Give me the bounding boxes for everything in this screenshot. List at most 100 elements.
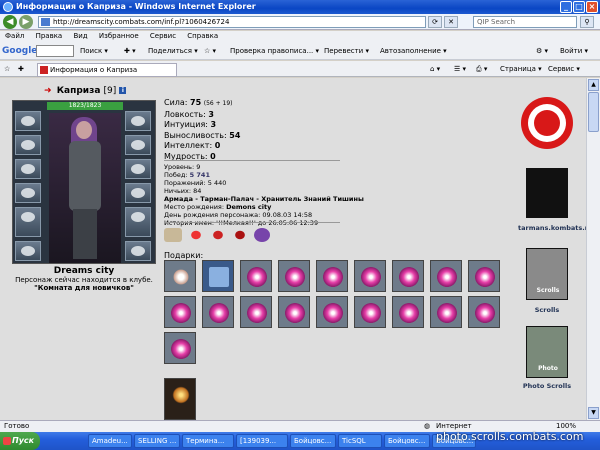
taskbar-item[interactable]: TicSQL — [338, 434, 382, 448]
vertical-scrollbar[interactable]: ▲ ▼ — [586, 78, 600, 420]
address-input[interactable]: http://dreamscity.combats.com/inf.pl?106… — [38, 16, 426, 28]
ie-logo-icon — [3, 2, 13, 12]
gift-flower[interactable] — [278, 296, 310, 328]
slot-armor[interactable] — [15, 207, 41, 237]
slot-shield[interactable] — [125, 183, 151, 203]
slot-ring-1[interactable] — [125, 135, 151, 155]
taskbar-item[interactable]: Бойцовс... — [290, 434, 336, 448]
page-menu[interactable]: Страница ▾ — [500, 61, 542, 77]
gift-flower[interactable] — [430, 260, 462, 292]
gift-flower[interactable] — [202, 296, 234, 328]
print-icon[interactable]: ⎙ ▾ — [476, 61, 487, 77]
gift-flower[interactable] — [468, 260, 500, 292]
tab-info[interactable]: Информация о Каприза — [37, 63, 177, 77]
slot-helmet[interactable] — [15, 111, 41, 131]
refresh-button[interactable]: ⟳ — [428, 16, 442, 28]
skull-banner-icon — [526, 168, 568, 218]
character-name[interactable]: Каприза — [57, 86, 101, 96]
login-button[interactable]: Войти ▾ — [560, 42, 588, 60]
favorites-star-icon[interactable]: ☆ — [4, 61, 10, 77]
slot-earring[interactable] — [125, 111, 151, 131]
start-button[interactable]: Пуск — [0, 432, 40, 450]
page-favicon-icon — [40, 66, 48, 74]
slot-weapon[interactable] — [15, 159, 41, 179]
gift-book[interactable] — [202, 260, 234, 292]
gift-flower[interactable] — [316, 260, 348, 292]
tarmans-link[interactable]: tarmans.kombats.ru — [518, 168, 586, 238]
puzzle-icon[interactable]: ✚ ▾ — [124, 42, 136, 60]
minimize-button[interactable]: _ — [560, 1, 572, 13]
slot-necklace[interactable] — [15, 135, 41, 155]
forward-button[interactable]: ▶ — [19, 15, 33, 29]
search-input[interactable]: QIP Search — [473, 16, 577, 28]
gift-flower[interactable] — [392, 260, 424, 292]
feeds-icon[interactable]: ☰ ▾ — [454, 61, 466, 77]
home-icon[interactable]: ⌂ ▾ — [430, 61, 440, 77]
info-icon[interactable]: i — [119, 87, 127, 94]
wrench-icon[interactable]: ⚙ ▾ — [536, 42, 548, 60]
gift-flower[interactable] — [278, 260, 310, 292]
slot-boots[interactable] — [125, 241, 151, 261]
gift-flower[interactable] — [240, 260, 272, 292]
close-button[interactable]: × — [586, 1, 598, 13]
gift-flower[interactable] — [164, 332, 196, 364]
window-title: Информация о Каприза - Windows Internet … — [16, 2, 256, 11]
menu-favorites[interactable]: Избранное — [99, 32, 139, 40]
gift-cake[interactable] — [164, 260, 196, 292]
tarmans-label: tarmans.kombats.ru — [518, 224, 586, 232]
info-history: История имен: '!!Мелкая!!' до 26.05.06 1… — [164, 219, 319, 227]
taskbar-item[interactable]: Термина... — [182, 434, 234, 448]
menu-help[interactable]: Справка — [187, 32, 218, 40]
taskbar-item[interactable]: Amadeu... — [88, 434, 132, 448]
effect-icon-4[interactable] — [254, 228, 270, 242]
taskbar-item[interactable]: [139039... — [236, 434, 288, 448]
gift-flower[interactable] — [392, 296, 424, 328]
scroll-up-button[interactable]: ▲ — [588, 79, 599, 91]
google-search-input[interactable] — [36, 45, 74, 57]
gift-flower[interactable] — [164, 296, 196, 328]
share-button[interactable]: Поделиться ▾ — [148, 42, 198, 60]
slot-legs[interactable] — [125, 207, 151, 237]
gift-flower[interactable] — [430, 296, 462, 328]
taskbar-item[interactable]: Бойцовс... — [384, 434, 430, 448]
stat-label: Интеллект: — [164, 141, 213, 150]
tools-menu[interactable]: Сервис ▾ — [548, 61, 580, 77]
slot-ring-2[interactable] — [125, 159, 151, 179]
scroll-down-button[interactable]: ▼ — [588, 407, 599, 419]
slot-gloves[interactable] — [15, 183, 41, 203]
search-go-button[interactable]: ⚲ — [580, 16, 594, 28]
effect-icon-2[interactable] — [210, 228, 226, 242]
maximize-button[interactable]: □ — [573, 1, 585, 13]
gift-flower[interactable] — [354, 260, 386, 292]
clan-emblem[interactable] — [518, 94, 576, 154]
gift-flower[interactable] — [240, 296, 272, 328]
gift-flower[interactable] — [468, 296, 500, 328]
photo-scrolls-link[interactable]: Photo Photo Scrolls — [518, 326, 576, 396]
slot-belt[interactable] — [15, 241, 41, 261]
translate-button[interactable]: Перевести ▾ — [324, 42, 369, 60]
gift-lamp[interactable] — [164, 378, 196, 420]
menu-view[interactable]: Вид — [73, 32, 87, 40]
gift-flower[interactable] — [354, 296, 386, 328]
spellcheck-button[interactable]: Проверка правописа... ▾ — [230, 42, 319, 60]
stat-value: 0 — [214, 141, 221, 150]
menu-file[interactable]: Файл — [5, 32, 24, 40]
scrolls-banner-text: Scrolls — [536, 287, 560, 294]
scroll-thumb[interactable] — [588, 92, 599, 132]
stop-button[interactable]: ✕ — [444, 16, 458, 28]
menu-edit[interactable]: Правка — [36, 32, 63, 40]
stat-row: Интеллект: 0 — [164, 141, 240, 152]
google-search-button[interactable]: Поиск ▾ — [80, 42, 108, 60]
autofill-button[interactable]: Автозаполнение ▾ — [380, 42, 447, 60]
bookmark-icon[interactable]: ☆ ▾ — [204, 42, 216, 60]
back-button[interactable]: ◀ — [3, 15, 17, 29]
login-label: Войти — [560, 47, 583, 55]
menu-tools[interactable]: Сервис — [150, 32, 176, 40]
scrolls-link[interactable]: Scrolls Scrolls — [518, 248, 576, 318]
effect-icon-3[interactable] — [232, 228, 248, 242]
scroll-effect-icon[interactable] — [164, 228, 182, 242]
taskbar-item[interactable]: SELLING ... — [134, 434, 180, 448]
add-favorites-icon[interactable]: ✚ — [18, 61, 24, 77]
gift-flower[interactable] — [316, 296, 348, 328]
effect-icon-1[interactable] — [188, 228, 204, 242]
